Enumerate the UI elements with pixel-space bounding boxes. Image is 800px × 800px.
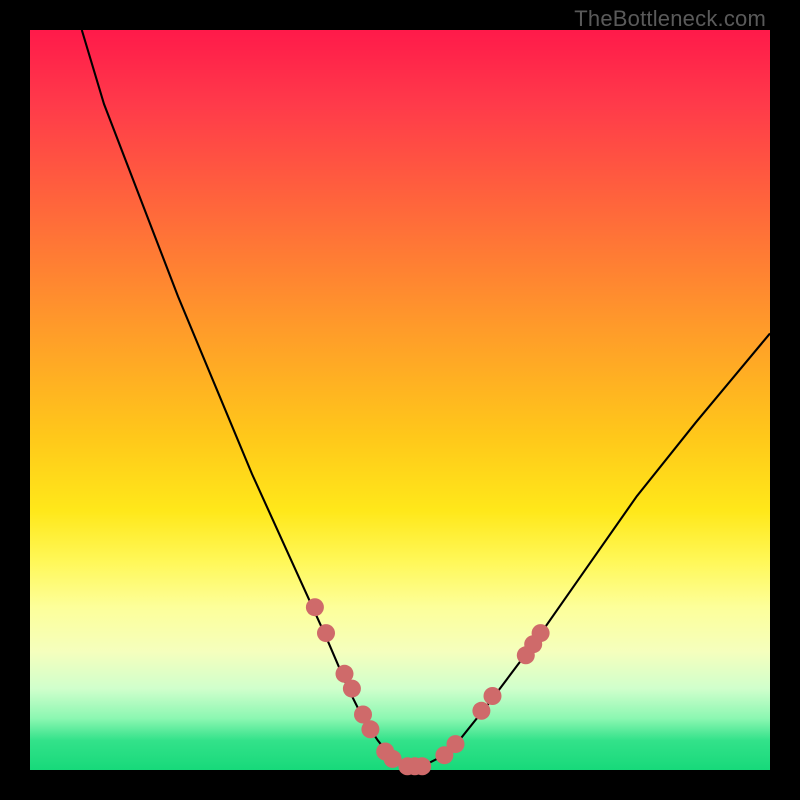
data-marker bbox=[472, 702, 490, 720]
plot-area bbox=[30, 30, 770, 770]
bottleneck-curve bbox=[82, 30, 770, 766]
data-marker bbox=[447, 735, 465, 753]
data-marker bbox=[317, 624, 335, 642]
chart-frame: TheBottleneck.com bbox=[0, 0, 800, 800]
data-marker bbox=[484, 687, 502, 705]
marker-group bbox=[306, 598, 550, 775]
data-marker bbox=[343, 680, 361, 698]
data-marker bbox=[413, 757, 431, 775]
data-marker bbox=[306, 598, 324, 616]
curve-layer bbox=[30, 30, 770, 770]
data-marker bbox=[532, 624, 550, 642]
data-marker bbox=[361, 720, 379, 738]
watermark-text: TheBottleneck.com bbox=[574, 6, 766, 32]
